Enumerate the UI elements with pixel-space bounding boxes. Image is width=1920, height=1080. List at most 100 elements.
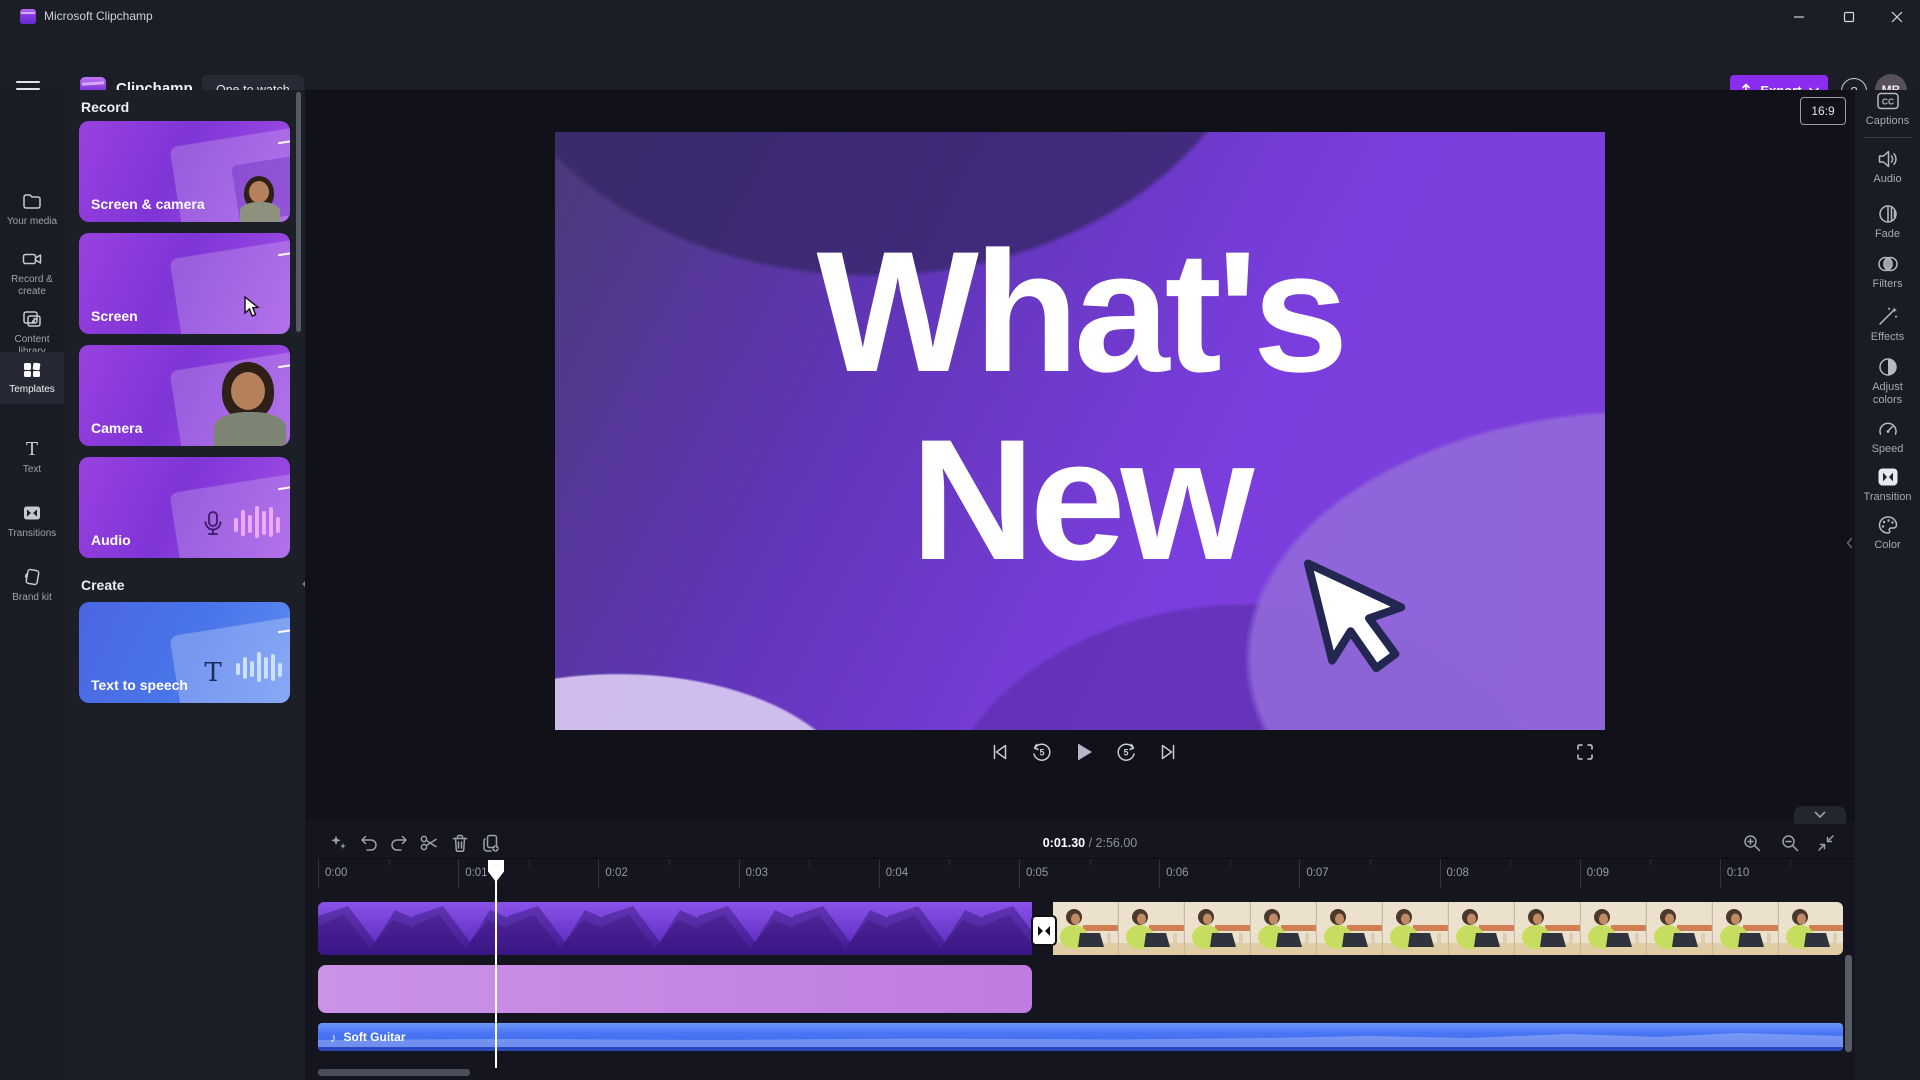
zoom-in-button[interactable] xyxy=(1738,829,1766,857)
aspect-ratio-badge[interactable]: 16:9 xyxy=(1800,97,1846,125)
play-button[interactable] xyxy=(1069,737,1099,767)
clip-transition-chip[interactable] xyxy=(1031,915,1057,946)
transitions-icon xyxy=(21,502,43,524)
duplicate-icon xyxy=(480,832,502,854)
fullscreen-icon xyxy=(1574,741,1596,763)
title-clip-artwork xyxy=(318,902,1032,955)
zoom-out-button[interactable] xyxy=(1776,829,1804,857)
sidebar-item-speed[interactable]: Speed xyxy=(1855,418,1920,456)
title-bar: Microsoft Clipchamp xyxy=(0,0,1920,33)
timeline-horizontal-scrollbar[interactable] xyxy=(318,1069,470,1076)
ruler-label: 0:03 xyxy=(739,859,879,889)
suggestions-button[interactable] xyxy=(325,829,353,857)
sidebar-item-record-create[interactable]: Record & create xyxy=(0,242,64,305)
record-card-camera[interactable]: Camera xyxy=(79,345,290,446)
sidebar-item-transition[interactable]: Transition xyxy=(1855,466,1920,504)
total-time: 2:56.00 xyxy=(1096,836,1138,850)
skip-back-icon xyxy=(989,741,1011,763)
skip-back-button[interactable] xyxy=(985,737,1015,767)
sidebar-item-label: Transition xyxy=(1855,491,1920,504)
sidebar-item-color[interactable]: Color xyxy=(1855,514,1920,552)
speaker-icon xyxy=(1876,148,1900,170)
split-button[interactable] xyxy=(415,829,443,857)
aspect-ratio-label: 16:9 xyxy=(1811,104,1834,118)
canvas-title-text: What's New xyxy=(555,218,1605,594)
audio-waveform-artwork xyxy=(318,1023,1843,1051)
top-bar: Clipchamp One to watch Export ? MB xyxy=(0,33,1920,90)
video-clip-thumbnails[interactable] xyxy=(1053,902,1843,955)
sidebar-item-text[interactable]: T Text xyxy=(0,432,64,484)
timeline-ruler[interactable]: 0:00 0:01 0:02 0:03 0:04 0:05 0:06 0:07 … xyxy=(318,858,1863,889)
video-clip-title[interactable] xyxy=(318,902,1032,955)
maximize-button[interactable] xyxy=(1826,0,1872,33)
redo-button[interactable] xyxy=(385,829,413,857)
sidebar-item-label: Your media xyxy=(0,216,64,228)
record-card-screen[interactable]: Screen xyxy=(79,233,290,334)
skip-forward-button[interactable] xyxy=(1153,737,1183,767)
canvas-cursor-graphic xyxy=(1287,540,1437,690)
left-sidebar: Your media Record & create Content libra… xyxy=(0,90,64,1080)
ruler-label: 0:02 xyxy=(598,859,738,889)
minimize-button[interactable] xyxy=(1776,0,1822,33)
sidebar-item-templates[interactable]: Templates xyxy=(0,352,64,404)
record-card-screen-and-camera[interactable]: Screen & camera xyxy=(79,121,290,222)
ruler-label: 0:00 xyxy=(318,859,458,889)
time-display: 0:01.30 / 2:56.00 xyxy=(990,836,1190,850)
undo-icon xyxy=(358,832,380,854)
duplicate-button[interactable] xyxy=(477,829,505,857)
sidebar-item-filters[interactable]: Filters xyxy=(1855,253,1920,291)
canvas-title-line2: New xyxy=(555,406,1605,594)
fit-icon xyxy=(1815,832,1837,854)
sidebar-item-adjust-colors[interactable]: Adjust colors xyxy=(1855,356,1920,406)
forward-5-button[interactable]: 5 xyxy=(1111,737,1141,767)
folder-icon xyxy=(21,190,43,212)
rewind-5-button[interactable]: 5 xyxy=(1027,737,1057,767)
video-preview-canvas[interactable]: What's New xyxy=(555,132,1605,730)
playhead-line[interactable] xyxy=(495,860,497,1068)
record-card-label: Screen xyxy=(91,308,138,325)
redo-icon xyxy=(388,832,410,854)
fullscreen-button[interactable] xyxy=(1570,737,1600,767)
panel-scrollbar[interactable] xyxy=(296,92,301,332)
presenter-photo xyxy=(238,176,282,222)
scissors-icon xyxy=(418,832,440,854)
create-card-text-to-speech[interactable]: T Text to speech xyxy=(79,602,290,703)
sparkle-icon xyxy=(328,832,350,854)
window-title: Microsoft Clipchamp xyxy=(44,9,153,23)
clipchamp-app-window: Microsoft Clipchamp Clipchamp One to wat… xyxy=(0,0,1920,1080)
sidebar-item-audio[interactable]: Audio xyxy=(1855,148,1920,186)
zoom-in-icon xyxy=(1741,832,1763,854)
record-card-audio[interactable]: Audio xyxy=(79,457,290,558)
sidebar-item-transitions[interactable]: Transitions xyxy=(0,496,64,548)
delete-button[interactable] xyxy=(446,829,474,857)
ruler-label: 0:05 xyxy=(1019,859,1159,889)
presenter-photo xyxy=(214,360,286,446)
maximize-icon xyxy=(1843,11,1855,23)
audio-clip[interactable] xyxy=(318,1023,1843,1051)
sidebar-item-captions[interactable]: CC Captions xyxy=(1855,90,1920,128)
divider xyxy=(1863,137,1912,138)
ruler-label: 0:08 xyxy=(1440,859,1580,889)
record-heading: Record xyxy=(81,99,129,115)
close-icon xyxy=(1891,11,1903,23)
sidebar-item-label: Text xyxy=(0,464,64,476)
overlay-clip[interactable] xyxy=(318,965,1032,1013)
close-button[interactable] xyxy=(1874,0,1920,33)
cursor-icon xyxy=(242,296,262,320)
collapse-timeline-tab[interactable] xyxy=(1794,806,1846,824)
undo-button[interactable] xyxy=(355,829,383,857)
current-time: 0:01.30 xyxy=(1043,836,1085,850)
ruler-label: 0:04 xyxy=(879,859,1019,889)
timeline-vertical-scrollbar[interactable] xyxy=(1845,955,1852,1052)
audio-clip-header: ♪ Soft Guitar xyxy=(330,1027,406,1047)
sidebar-item-effects[interactable]: Effects xyxy=(1855,304,1920,344)
collapse-right-panel-handle[interactable] xyxy=(1842,528,1856,558)
sidebar-item-your-media[interactable]: Your media xyxy=(0,184,64,236)
sidebar-item-brand-kit[interactable]: Brand kit xyxy=(0,560,64,612)
sidebar-item-fade[interactable]: Fade xyxy=(1855,203,1920,241)
canvas-title-line1: What's xyxy=(555,218,1605,406)
record-card-label: Camera xyxy=(91,420,142,437)
sidebar-item-label: Filters xyxy=(1855,278,1920,291)
player-controls: 5 5 xyxy=(985,737,1183,767)
zoom-fit-button[interactable] xyxy=(1812,829,1840,857)
